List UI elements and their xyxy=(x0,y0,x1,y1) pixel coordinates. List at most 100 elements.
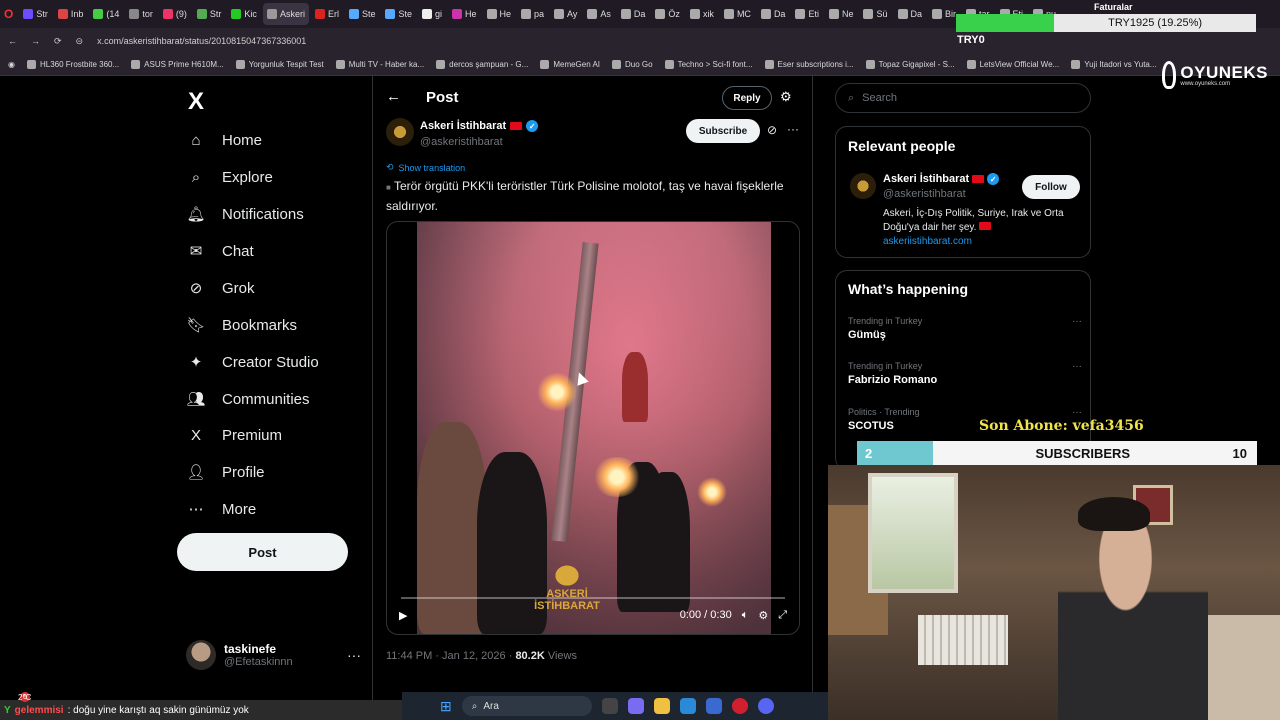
copilot-icon[interactable] xyxy=(627,698,644,714)
trend-item[interactable]: Trending in Turkey Gümüş ··· xyxy=(848,316,1082,341)
bookmark-item[interactable]: Eser subscriptions i... xyxy=(764,60,854,69)
nav-item-bookmarks[interactable]: 🔖︎ Bookmarks xyxy=(186,311,297,339)
x-logo-icon[interactable]: X xyxy=(184,88,208,116)
post-button[interactable]: Post xyxy=(177,533,348,571)
more-dots-icon[interactable]: ··· xyxy=(347,647,361,663)
nav-item-creator-studio[interactable]: ✦ Creator Studio xyxy=(186,348,319,376)
browser-tab[interactable]: Da xyxy=(617,3,650,25)
subscribe-button[interactable]: Subscribe xyxy=(686,119,760,143)
bookmark-item[interactable]: ASUS Prime H610M... xyxy=(131,60,224,69)
fullscreen-icon[interactable]: ⤢ xyxy=(778,609,787,622)
bookmark-item[interactable]: MemeGen AI xyxy=(540,60,600,69)
bookmark-favicon-icon xyxy=(131,60,141,69)
play-icon[interactable]: ▶ xyxy=(399,609,407,622)
browser-tab[interactable]: As xyxy=(583,3,615,25)
browser-tab[interactable]: Öz xyxy=(651,3,684,25)
opera-icon[interactable] xyxy=(731,698,748,714)
bookmark-item[interactable]: HL360 Frostbite 360... xyxy=(26,60,119,69)
bookmark-item[interactable]: Multi TV - Haber ka... xyxy=(335,60,424,69)
browser-tab[interactable]: Da xyxy=(757,3,790,25)
search-box[interactable]: ⌕ Search xyxy=(835,83,1091,113)
volume-icon[interactable]: 🔈︎ xyxy=(742,609,749,622)
nav-item-notifications[interactable]: 🔔︎ Notifications xyxy=(186,200,303,228)
browser-tab[interactable]: xik xyxy=(686,3,718,25)
windows-start-icon[interactable]: ⊞ xyxy=(440,698,452,715)
bookmark-item[interactable]: Duo Go xyxy=(612,60,653,69)
nav-item-profile[interactable]: 👤︎ Profile xyxy=(186,458,264,486)
forward-arrow-icon[interactable]: → xyxy=(31,36,40,46)
follow-button[interactable]: Follow xyxy=(1022,175,1080,199)
browser-tab[interactable]: Ste xyxy=(345,3,380,25)
nav-item-chat[interactable]: ✉ Chat xyxy=(186,237,254,265)
bookmark-item[interactable]: dercos şampuan - G... xyxy=(436,60,528,69)
bookmark-item[interactable]: Topaz Gigapixel - S... xyxy=(865,60,955,69)
browser-tab[interactable]: Kic xyxy=(227,3,261,25)
relevant-link[interactable]: askeriistihbarat.com xyxy=(883,236,972,247)
browser-tab[interactable]: He xyxy=(448,3,481,25)
browser-tab[interactable]: tor xyxy=(125,3,157,25)
trend-item[interactable]: Trending in Turkey Fabrizio Romano ··· xyxy=(848,361,1082,386)
author-name-row[interactable]: Askeri İstihbarat ✓ xyxy=(420,120,539,132)
oyuneks-name: OYUNEKS xyxy=(1180,62,1268,82)
video-player[interactable]: ASKERİ İSTİHBARAT ▶ 0:00 / 0:30 🔈︎ ⚙ ⤢ xyxy=(386,221,800,635)
nav-item-label: Communities xyxy=(222,390,310,408)
task-view-icon[interactable] xyxy=(601,698,618,714)
store-icon[interactable] xyxy=(705,698,722,714)
account-switcher[interactable]: taskinefe @Efetaskinnn ··· xyxy=(186,637,361,673)
edge-icon[interactable] xyxy=(679,698,696,714)
more-dots-icon[interactable]: ··· xyxy=(1072,316,1082,327)
bookmark-item[interactable]: Yuji Itadori vs Yuta... xyxy=(1071,60,1157,69)
nav-item-explore[interactable]: ⌕ Explore xyxy=(186,163,273,191)
author-avatar[interactable] xyxy=(386,118,414,146)
author-handle[interactable]: @askeristihbarat xyxy=(420,136,503,148)
nav-item-premium[interactable]: X Premium xyxy=(186,421,282,449)
browser-tab[interactable]: Ne xyxy=(825,3,858,25)
browser-tab[interactable]: gi xyxy=(418,3,446,25)
grok-icon[interactable]: ⊘ xyxy=(767,123,777,137)
site-info-icon[interactable]: ⊝ xyxy=(76,36,84,47)
reply-button[interactable]: Reply xyxy=(722,86,772,110)
back-arrow-icon[interactable]: ← xyxy=(386,88,401,105)
bookmark-item[interactable]: Techno > Sci-fi font... xyxy=(664,60,753,69)
browser-tab[interactable]: Str xyxy=(19,3,52,25)
browser-tab[interactable]: Str xyxy=(193,3,226,25)
browser-tab[interactable]: Inb xyxy=(54,3,88,25)
browser-tab[interactable]: MC xyxy=(720,3,755,25)
browser-tab[interactable]: Sü xyxy=(859,3,891,25)
more-dots-icon[interactable]: ··· xyxy=(1072,407,1082,418)
nav-item-more[interactable]: ⋯ More xyxy=(186,495,257,523)
browser-tab[interactable]: (9) xyxy=(159,3,191,25)
more-dots-icon[interactable]: ··· xyxy=(787,122,799,136)
file-explorer-icon[interactable] xyxy=(653,698,670,714)
browser-tab[interactable]: pa xyxy=(517,3,548,25)
bookmark-item[interactable]: Yorgunluk Tespit Test xyxy=(235,60,324,69)
browser-tab[interactable]: Da xyxy=(894,3,927,25)
url-field[interactable]: x.com/askeristihbarat/status/20108150473… xyxy=(97,36,306,46)
browser-tab[interactable]: He xyxy=(483,3,516,25)
more-dots-icon[interactable]: ··· xyxy=(1072,361,1082,372)
browser-tab[interactable]: (14 xyxy=(89,3,123,25)
relevant-avatar[interactable] xyxy=(850,173,876,199)
browser-tab[interactable]: Askeri xyxy=(262,3,309,25)
browser-tab[interactable]: Ay xyxy=(550,3,581,25)
show-translation-link[interactable]: ⟲ Show translation xyxy=(386,162,465,173)
back-arrow-icon[interactable]: ← xyxy=(8,36,17,46)
filter-sliders-icon[interactable]: ⚙ xyxy=(780,89,792,105)
nav-item-grok[interactable]: ⊘ Grok xyxy=(186,274,255,302)
reload-icon[interactable]: ⟳ xyxy=(54,36,62,47)
bookmark-item[interactable]: LetsView Official We... xyxy=(966,60,1059,69)
nav-item-communities[interactable]: 👥︎ Communities xyxy=(186,385,310,413)
browser-tab[interactable]: Erl xyxy=(311,3,343,25)
relevant-handle[interactable]: @askeristihbarat xyxy=(883,188,966,200)
opera-menu-icon[interactable]: O xyxy=(4,7,13,21)
discord-icon[interactable] xyxy=(757,698,774,714)
post-timestamp[interactable]: 11:44 PM · Jan 12, 2026 · xyxy=(386,650,515,662)
taskbar-search[interactable]: ⌕ Ara xyxy=(461,696,592,716)
browser-tab[interactable]: Eti xyxy=(791,3,823,25)
relevant-name-row[interactable]: Askeri İstihbarat ✓ xyxy=(883,173,1000,185)
bookmark-apps-icon[interactable]: ◉ xyxy=(8,60,15,69)
browser-tab[interactable]: Ste xyxy=(381,3,416,25)
settings-gear-icon[interactable]: ⚙ xyxy=(758,609,768,622)
search-input[interactable]: Search xyxy=(862,92,897,104)
nav-item-home[interactable]: ⌂ Home xyxy=(186,126,262,154)
